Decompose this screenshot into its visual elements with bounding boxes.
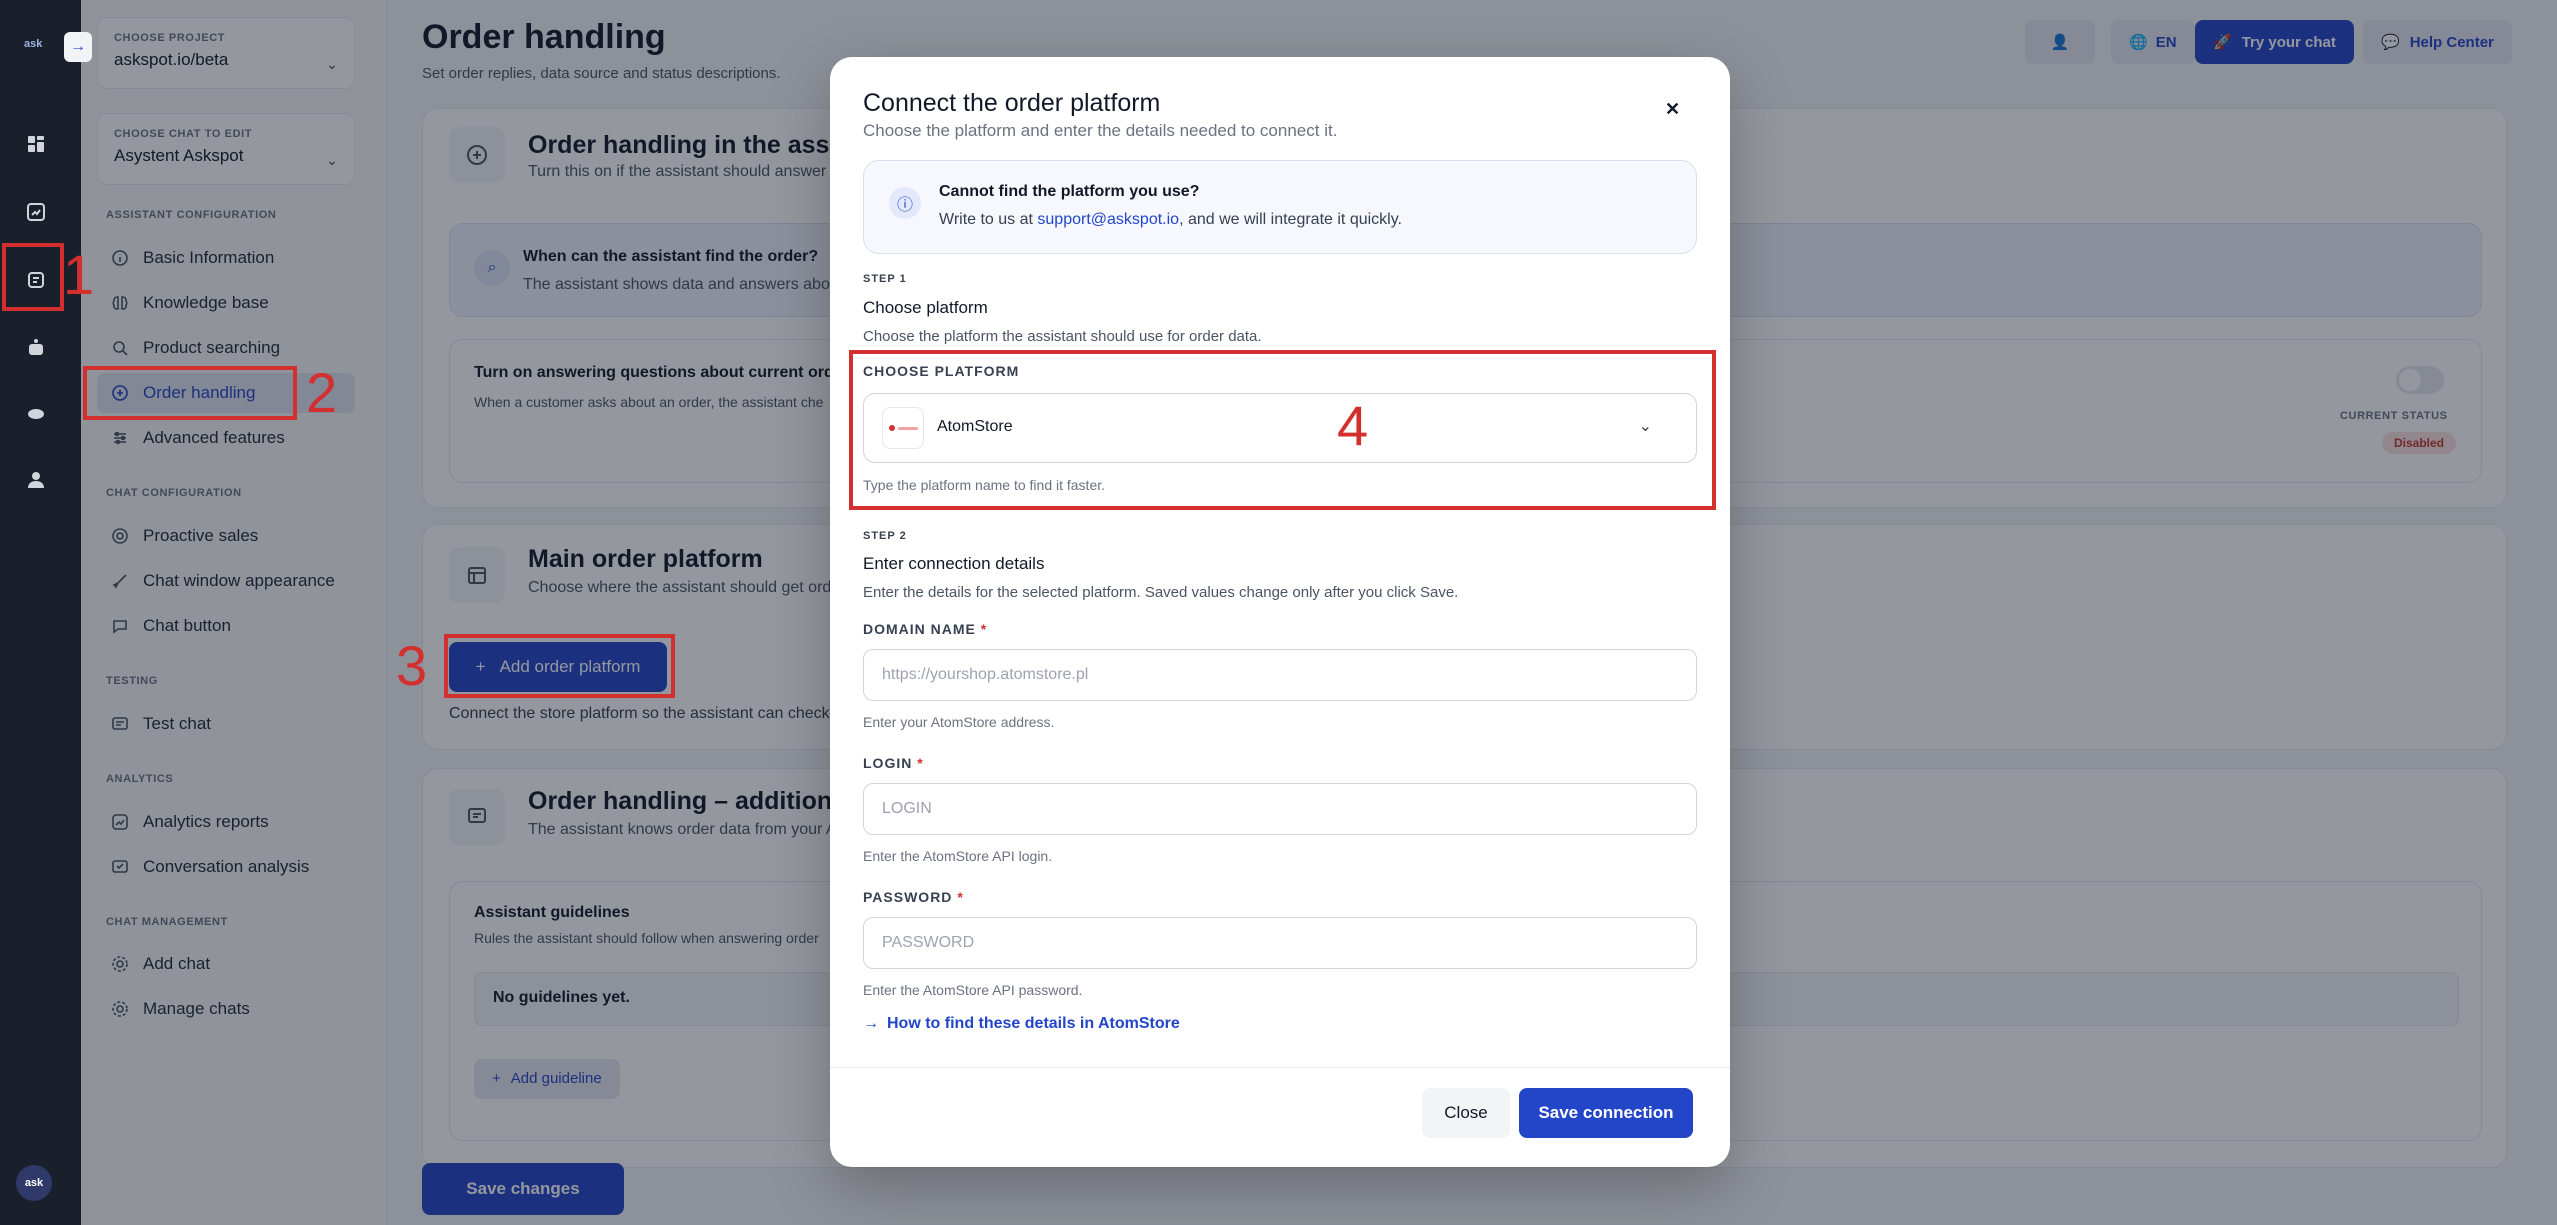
annotation-number-4: 4 bbox=[1337, 394, 1369, 457]
domain-hint: Enter your AtomStore address. bbox=[863, 714, 1055, 730]
integrations-icon[interactable] bbox=[26, 404, 46, 424]
password-input[interactable]: PASSWORD bbox=[863, 917, 1697, 969]
annotation-box-2 bbox=[83, 366, 297, 420]
step-2-label: STEP 2 bbox=[863, 530, 907, 542]
info-title: Cannot find the platform you use? bbox=[939, 183, 1200, 200]
close-button[interactable]: Close bbox=[1422, 1088, 1510, 1138]
save-connection-button[interactable]: Save connection bbox=[1519, 1088, 1693, 1138]
modal-subtitle: Choose the platform and enter the detail… bbox=[863, 121, 1338, 140]
connect-platform-modal: Connect the order platform Choose the pl… bbox=[830, 57, 1730, 1167]
platform-info-box: ⓘ Cannot find the platform you use? Writ… bbox=[863, 160, 1697, 254]
annotation-box-3 bbox=[444, 634, 675, 698]
annotation-number-3: 3 bbox=[396, 634, 428, 697]
annotation-number-1: 1 bbox=[63, 243, 95, 306]
login-label: LOGIN * bbox=[863, 755, 924, 771]
bot-icon[interactable] bbox=[26, 338, 46, 358]
avatar[interactable]: ask bbox=[16, 1165, 52, 1201]
login-input[interactable]: LOGIN bbox=[863, 783, 1697, 835]
arrow-right-icon: → bbox=[863, 1015, 879, 1032]
step-1-title: Choose platform bbox=[863, 298, 988, 317]
login-hint: Enter the AtomStore API login. bbox=[863, 848, 1053, 864]
domain-label: DOMAIN NAME * bbox=[863, 621, 988, 637]
info-text: Write to us at support@askspot.io, and w… bbox=[939, 211, 1402, 228]
support-email-link[interactable]: support@askspot.io bbox=[1037, 211, 1179, 228]
step-2-title: Enter connection details bbox=[863, 554, 1045, 573]
annotation-box-1 bbox=[2, 243, 64, 311]
rail-logo: ask bbox=[24, 38, 43, 50]
user-icon[interactable] bbox=[26, 470, 46, 490]
howto-link[interactable]: → How to find these details in AtomStore bbox=[863, 1015, 1180, 1033]
step-1-label: STEP 1 bbox=[863, 273, 907, 285]
password-hint: Enter the AtomStore API password. bbox=[863, 982, 1083, 998]
domain-input[interactable]: https://yourshop.atomstore.pl bbox=[863, 649, 1697, 701]
collapse-sidebar-button[interactable]: → bbox=[64, 32, 92, 62]
dashboard-icon[interactable] bbox=[26, 134, 46, 154]
password-label: PASSWORD * bbox=[863, 889, 964, 905]
close-icon[interactable]: ✕ bbox=[1665, 99, 1680, 120]
step-2-description: Enter the details for the selected platf… bbox=[863, 584, 1459, 601]
annotation-number-2: 2 bbox=[306, 361, 338, 424]
annotation-box-4 bbox=[849, 350, 1716, 510]
modal-title: Connect the order platform bbox=[863, 89, 1161, 117]
info-icon: ⓘ bbox=[889, 187, 921, 219]
modal-footer-divider bbox=[830, 1067, 1730, 1068]
icon-rail: ask → ask bbox=[0, 0, 92, 1225]
analytics-icon[interactable] bbox=[26, 202, 46, 222]
step-1-description: Choose the platform the assistant should… bbox=[863, 328, 1262, 345]
